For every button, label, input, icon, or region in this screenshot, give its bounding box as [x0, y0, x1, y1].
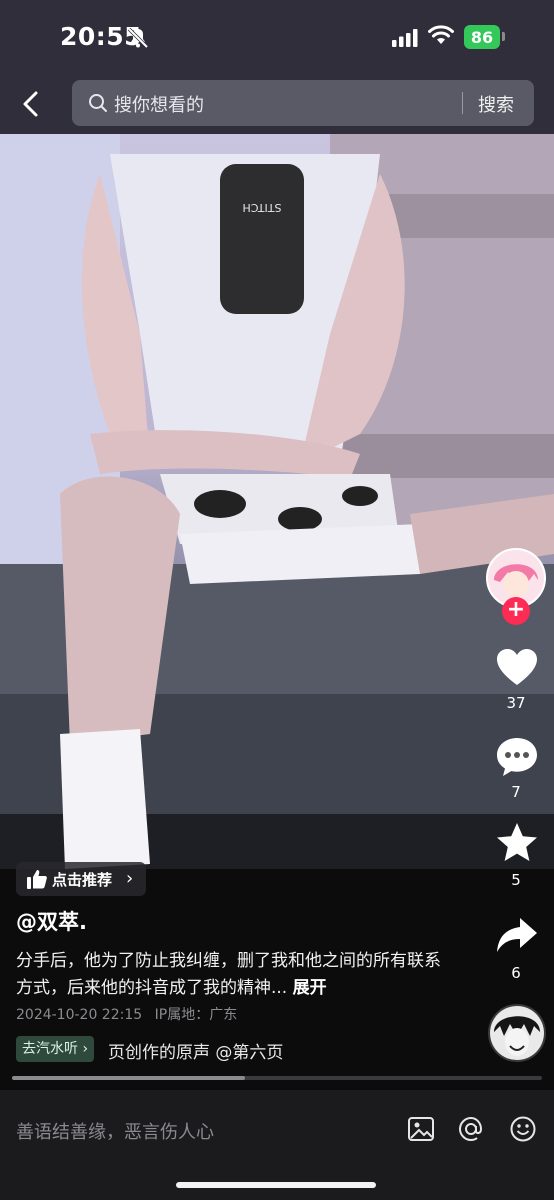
battery-indicator: 86 [464, 25, 500, 49]
search-button[interactable]: 搜索 [478, 91, 514, 117]
chevron-right-icon: › [126, 868, 134, 889]
post-date: 2024-10-20 22:15 [16, 1007, 143, 1023]
music-title[interactable]: 页创作的原声 @第六页 [108, 1038, 283, 1063]
wifi-icon [428, 25, 454, 44]
music-disc[interactable] [488, 1004, 546, 1062]
screen: 20:55 86 搜你想看的 搜索 STITCH + 37 7 5 6 点击推荐… [0, 0, 554, 1200]
at-mention-icon[interactable] [456, 1114, 486, 1144]
bell-mute-icon [127, 27, 149, 49]
top-nav: 搜你想看的 搜索 [0, 74, 554, 134]
comment-icon[interactable] [494, 734, 540, 780]
post-description-text: 分手后，他为了防止我纠缠，删了我和他之间的所有联系方式，后来他的抖音成了我的精神… [16, 951, 441, 998]
emoji-icon[interactable] [508, 1114, 538, 1144]
shorts-spot [342, 486, 378, 506]
music-disc-image [490, 1006, 544, 1060]
phone-case-text: STITCH [243, 201, 282, 214]
recommend-button[interactable]: 点击推荐 › [16, 862, 146, 896]
image-icon[interactable] [406, 1114, 436, 1144]
like-count: 37 [506, 694, 526, 712]
thumbs-up-icon [27, 870, 47, 889]
search-input[interactable]: 搜你想看的 搜索 [72, 80, 534, 126]
recommend-label: 点击推荐 [52, 871, 113, 889]
comment-count: 7 [511, 783, 521, 801]
share-arrow-icon[interactable] [494, 912, 540, 958]
chevron-right-icon: › [82, 1041, 89, 1057]
home-indicator [176, 1182, 376, 1188]
post-ip-location: IP属地：广东 [154, 1007, 238, 1023]
video-player[interactable]: STITCH [0, 134, 554, 869]
video-progress-fill [12, 1076, 246, 1080]
share-count: 6 [511, 964, 521, 982]
shorts-spot [194, 490, 246, 518]
battery-cap [502, 32, 505, 41]
battery-level: 86 [470, 27, 494, 47]
back-arrow-icon[interactable] [14, 86, 50, 122]
comment-bar: 善语结善缘，恶言伤人心 [0, 1090, 554, 1200]
sock-left [60, 729, 150, 869]
comment-input[interactable]: 善语结善缘，恶言伤人心 [16, 1118, 214, 1144]
status-bar: 20:55 86 [0, 0, 554, 74]
music-tag-label: 去汽水听 [22, 1041, 78, 1057]
favorite-count: 5 [511, 871, 521, 889]
sock-right [180, 524, 420, 584]
search-icon [89, 94, 107, 112]
author-name[interactable]: @双萃. [16, 906, 87, 936]
heart-icon[interactable] [494, 645, 540, 691]
music-tag-button[interactable]: 去汽水听 › [16, 1036, 95, 1062]
video-frame: STITCH [0, 134, 554, 869]
phone [220, 164, 304, 314]
search-divider [462, 92, 463, 114]
star-icon[interactable] [494, 820, 540, 866]
search-placeholder: 搜你想看的 [114, 95, 204, 116]
video-progress-bar[interactable] [12, 1076, 542, 1080]
follow-plus-button[interactable]: + [502, 597, 530, 625]
curtain-pattern-lower [330, 434, 554, 478]
post-description: 分手后，他为了防止我纠缠，删了我和他之间的所有联系方式，后来他的抖音成了我的精神… [16, 948, 446, 1002]
expand-button[interactable]: 展开 [293, 978, 327, 998]
post-meta: 2024-10-20 22:15 IP属地：广东 [16, 1004, 237, 1024]
shorts-spot [278, 507, 322, 531]
cellular-signal-icon [392, 29, 418, 47]
